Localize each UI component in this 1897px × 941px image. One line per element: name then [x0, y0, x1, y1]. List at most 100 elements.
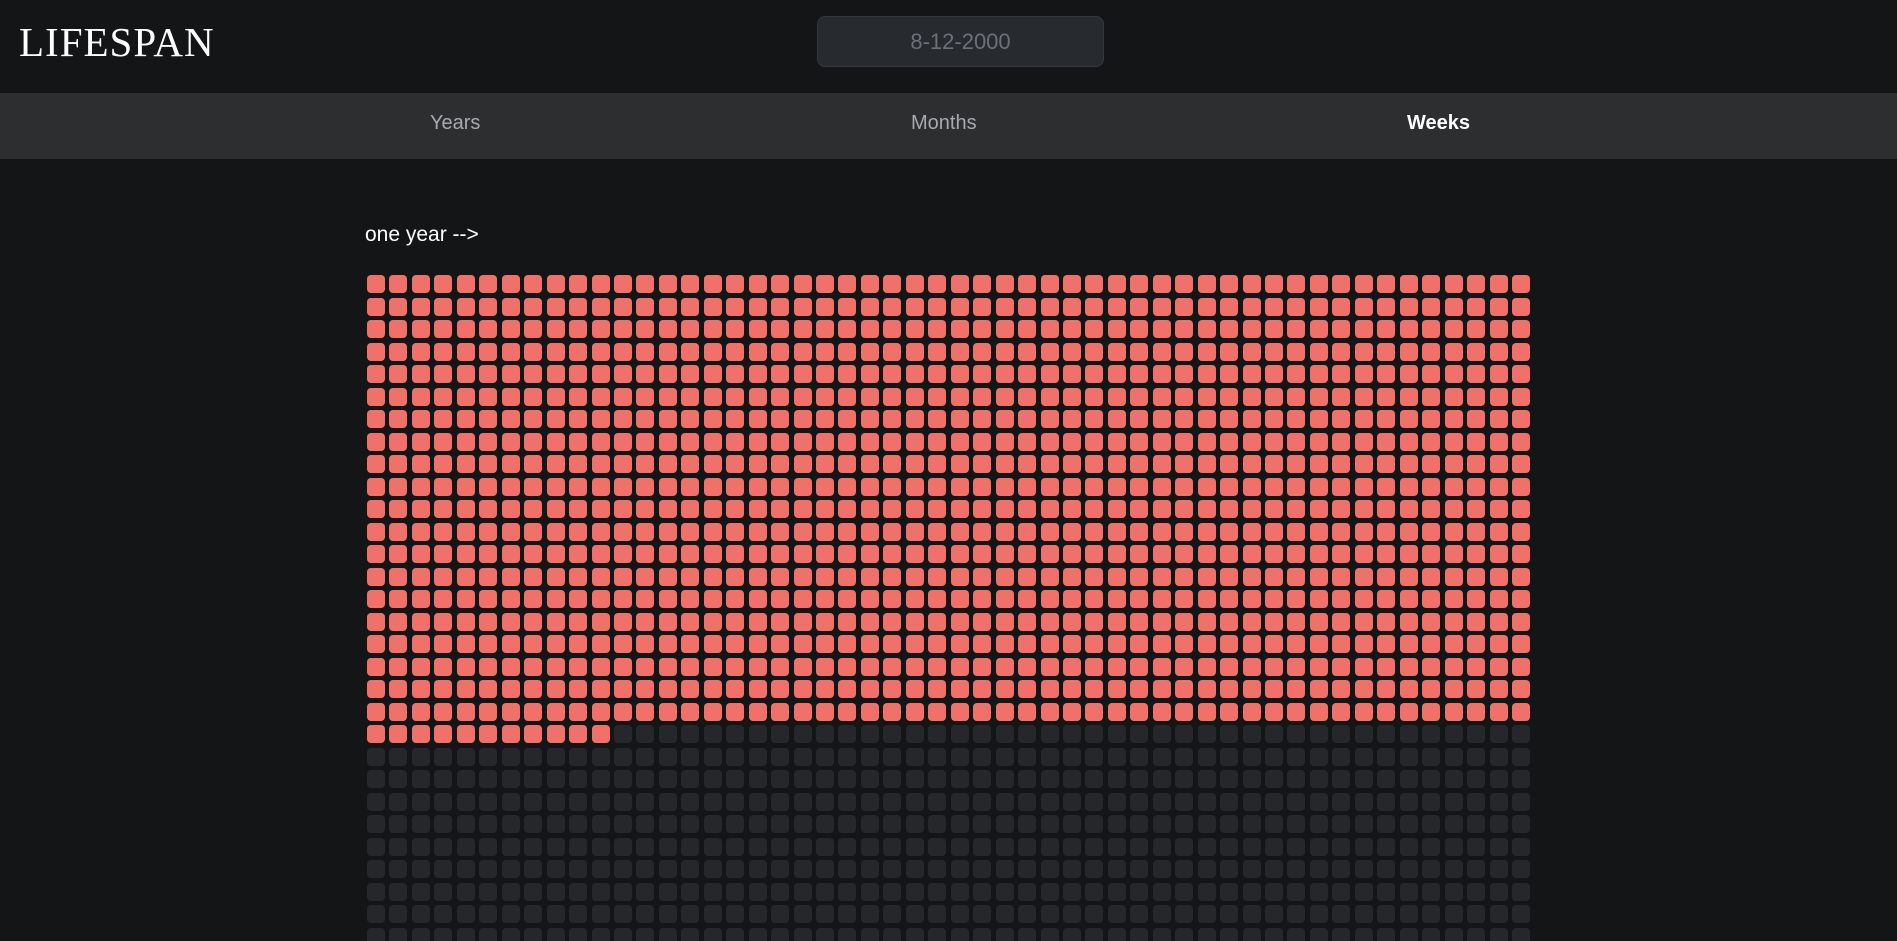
week-cell-lived [636, 545, 654, 563]
week-cell-lived [681, 478, 699, 496]
week-cell-remaining [1422, 815, 1440, 833]
week-cell-lived [726, 568, 744, 586]
week-cell-lived [1422, 343, 1440, 361]
week-cell-lived [973, 478, 991, 496]
week-cell-remaining [367, 793, 385, 811]
tab-weeks[interactable]: Weeks [1407, 93, 1470, 159]
week-cell-lived [502, 388, 520, 406]
week-cell-lived [1422, 635, 1440, 653]
week-cell-lived [1287, 343, 1305, 361]
week-cell-lived [434, 658, 452, 676]
week-cell-remaining [1175, 815, 1193, 833]
week-cell-lived [1041, 388, 1059, 406]
week-cell-lived [1175, 545, 1193, 563]
week-cell-lived [592, 433, 610, 451]
week-cell-lived [1130, 523, 1148, 541]
week-cell-lived [883, 635, 901, 653]
week-cell-lived [726, 703, 744, 721]
week-cell-remaining [704, 815, 722, 833]
week-cell-lived [883, 703, 901, 721]
week-cell-lived [389, 680, 407, 698]
week-cell-lived [434, 590, 452, 608]
week-cell-lived [1355, 590, 1373, 608]
week-cell-remaining [636, 815, 654, 833]
week-cell-remaining [816, 905, 834, 923]
week-cell-remaining [479, 815, 497, 833]
week-cell-remaining [816, 928, 834, 941]
week-cell-lived [524, 523, 542, 541]
week-cell-lived [951, 658, 969, 676]
week-cell-lived [412, 500, 430, 518]
week-cell-lived [1018, 635, 1036, 653]
week-cell-remaining [1490, 815, 1508, 833]
week-cell-lived [838, 500, 856, 518]
week-cell-lived [1220, 500, 1238, 518]
week-cell-lived [1018, 613, 1036, 631]
week-cell-lived [1445, 478, 1463, 496]
week-cell-remaining [838, 815, 856, 833]
week-cell-remaining [1265, 815, 1283, 833]
week-cell-lived [1041, 455, 1059, 473]
week-cell-remaining [951, 793, 969, 811]
tab-years[interactable]: Years [430, 93, 480, 159]
week-cell-lived [861, 388, 879, 406]
week-cell-lived [816, 410, 834, 428]
week-cell-lived [1018, 320, 1036, 338]
week-cell-lived [389, 658, 407, 676]
week-cell-lived [973, 455, 991, 473]
week-cell-lived [771, 635, 789, 653]
week-cell-lived [1108, 703, 1126, 721]
week-cell-lived [1108, 680, 1126, 698]
week-cell-lived [726, 613, 744, 631]
week-cell-lived [502, 725, 520, 743]
week-cell-remaining [816, 860, 834, 878]
week-cell-lived [906, 680, 924, 698]
week-cell-lived [614, 388, 632, 406]
week-cell-remaining [1198, 860, 1216, 878]
week-cell-remaining [1490, 883, 1508, 901]
week-cell-lived [1445, 410, 1463, 428]
week-cell-lived [614, 568, 632, 586]
birthdate-input[interactable] [817, 16, 1104, 67]
week-cell-lived [996, 343, 1014, 361]
week-cell-lived [906, 658, 924, 676]
week-cell-lived [1512, 298, 1530, 316]
week-cell-remaining [1153, 883, 1171, 901]
week-cell-remaining [1220, 838, 1238, 856]
week-cell-lived [1512, 433, 1530, 451]
tab-months[interactable]: Months [911, 93, 977, 159]
week-cell-lived [883, 388, 901, 406]
week-cell-lived [1400, 343, 1418, 361]
week-cell-lived [1063, 410, 1081, 428]
week-cell-lived [1355, 433, 1373, 451]
week-cell-lived [659, 478, 677, 496]
week-cell-lived [1085, 388, 1103, 406]
week-cell-lived [569, 680, 587, 698]
week-cell-lived [592, 298, 610, 316]
week-cell-remaining [367, 838, 385, 856]
week-cell-lived [1108, 388, 1126, 406]
week-cell-remaining [1198, 725, 1216, 743]
week-cell-lived [592, 455, 610, 473]
week-cell-lived [1018, 523, 1036, 541]
week-cell-lived [749, 680, 767, 698]
week-cell-remaining [704, 838, 722, 856]
week-cell-remaining [1085, 815, 1103, 833]
week-cell-remaining [996, 748, 1014, 766]
week-cell-lived [883, 613, 901, 631]
week-cell-lived [1377, 298, 1395, 316]
week-cell-lived [1265, 658, 1283, 676]
week-cell-remaining [883, 860, 901, 878]
week-cell-remaining [547, 883, 565, 901]
week-cell-lived [1153, 343, 1171, 361]
week-cell-lived [1085, 658, 1103, 676]
week-cell-lived [1220, 680, 1238, 698]
week-cell-lived [389, 275, 407, 293]
week-cell-lived [569, 343, 587, 361]
week-cell-remaining [771, 793, 789, 811]
week-cell-remaining [412, 883, 430, 901]
week-cell-lived [838, 680, 856, 698]
week-cell-lived [1265, 298, 1283, 316]
week-cell-lived [1512, 410, 1530, 428]
week-cell-lived [1445, 433, 1463, 451]
